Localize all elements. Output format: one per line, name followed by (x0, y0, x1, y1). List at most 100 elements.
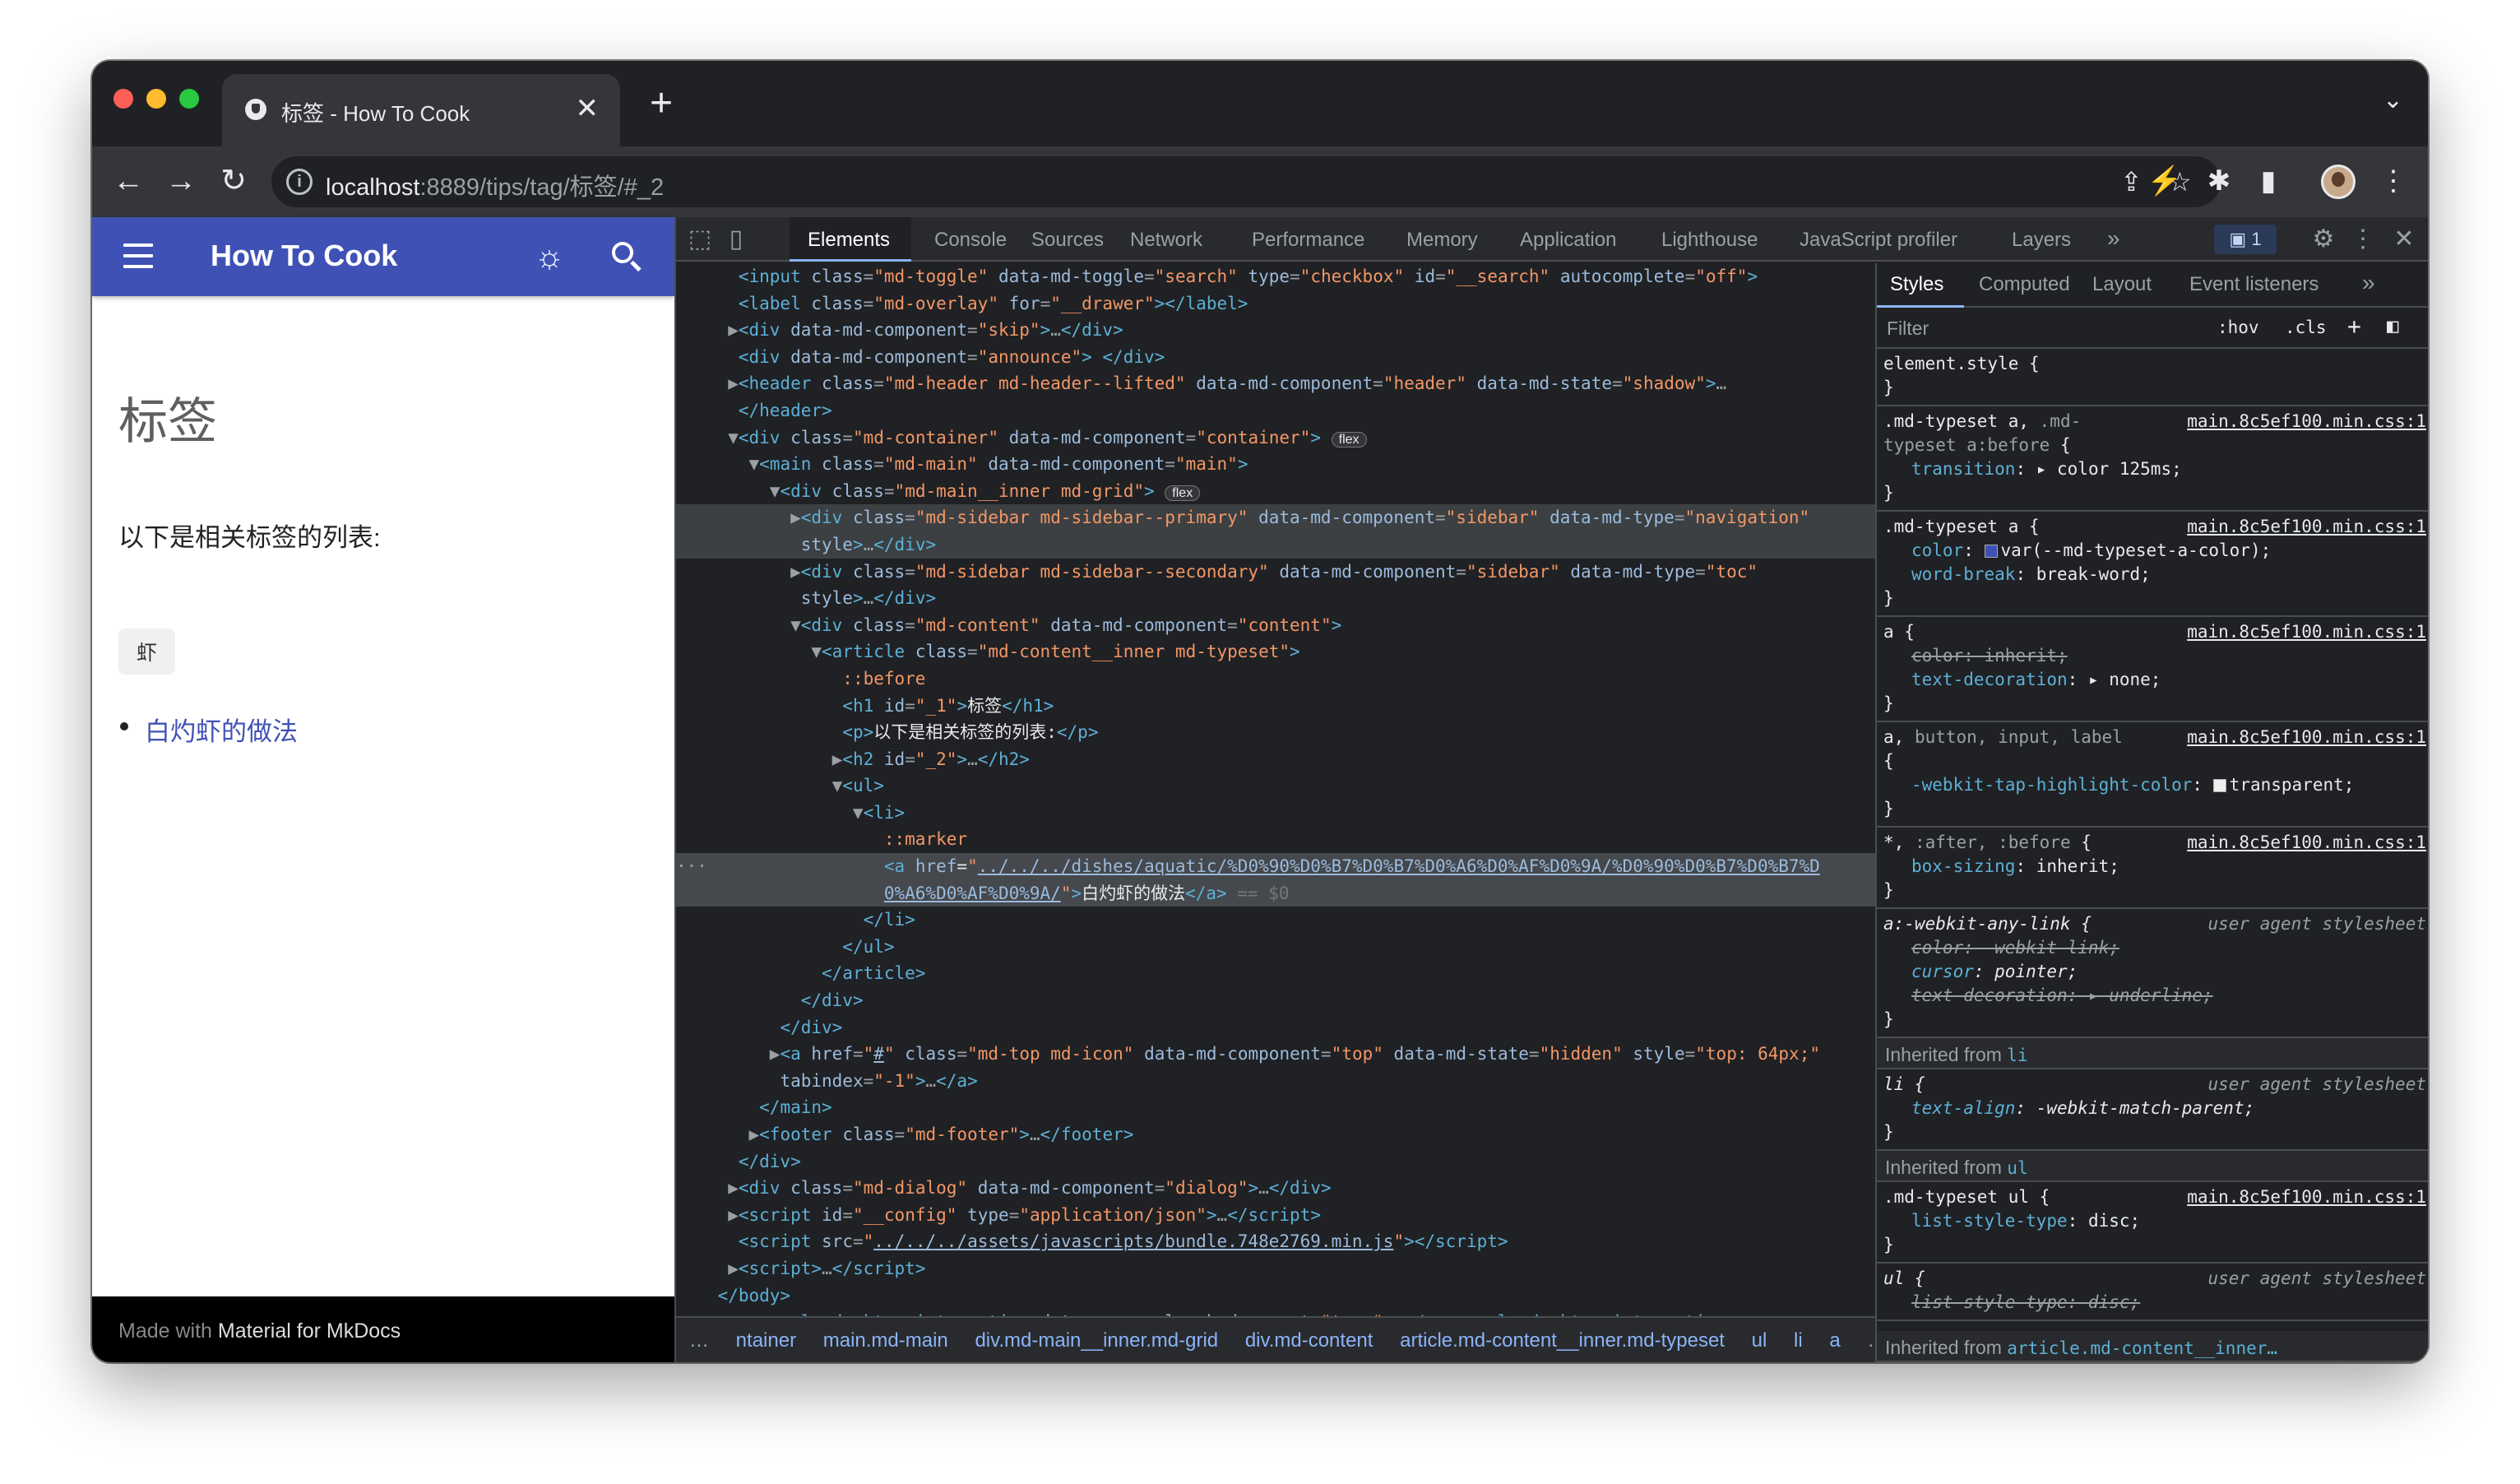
dom-node[interactable]: <script src="../../../assets/javascripts… (676, 1228, 1875, 1255)
dom-node[interactable]: ▶<header class="md-header md-header--lif… (676, 370, 1875, 397)
breadcrumb-item[interactable]: … (1867, 1329, 1875, 1352)
back-arrow-icon[interactable]: ← (109, 161, 148, 201)
lightning-extension-icon[interactable]: ⚡ (2147, 165, 2183, 197)
breadcrumb-item[interactable]: ntainer (736, 1329, 796, 1352)
css-source-link[interactable]: main.8c5ef100.min.css:1 (2187, 620, 2426, 644)
dom-node[interactable]: ▶<script>…</script> (676, 1255, 1875, 1282)
issues-counter-button[interactable]: ▣ 1 (2214, 225, 2277, 254)
forward-arrow-icon[interactable]: → (161, 161, 201, 201)
dom-node-selected[interactable]: ··· <a href="../../../dishes/aquatic/%D0… (676, 853, 1875, 880)
tab-sources[interactable]: Sources (1031, 229, 1104, 252)
dom-node[interactable]: </body> (676, 1282, 1875, 1310)
extensions-puzzle-icon[interactable]: ✱ (2201, 165, 2237, 197)
side-panel-icon[interactable]: ▮ (2250, 165, 2286, 197)
breadcrumb-item[interactable]: ul (1752, 1329, 1767, 1352)
inspect-element-icon[interactable]: ⬚ (686, 225, 714, 253)
dom-node[interactable]: ▼<div class="md-main__inner md-grid"> fl… (676, 478, 1875, 505)
tab-application[interactable]: Application (1520, 229, 1616, 252)
inherited-selector[interactable]: li (2007, 1046, 2027, 1065)
dom-node[interactable]: ▶<grammarly-desktop-integration data-gra… (676, 1309, 1875, 1316)
filter-input[interactable]: Filter (1887, 318, 1929, 340)
css-source-link[interactable]: main.8c5ef100.min.css:1 (2187, 726, 2426, 749)
address-bar[interactable]: i localhost:8889/tips/tag/标签/#_2 ⇪ ☆ (271, 156, 2221, 207)
dom-node[interactable]: <input class="md-toggle" data-md-toggle=… (676, 263, 1875, 290)
breadcrumb-item[interactable]: div.md-main__inner.md-grid (975, 1329, 1218, 1352)
dom-node[interactable]: ▼<div class="md-content" data-md-compone… (676, 612, 1875, 639)
tab-layers[interactable]: Layers (2012, 229, 2071, 252)
dom-node[interactable]: <p>以下是相关标签的列表:</p> (676, 719, 1875, 746)
toggle-sidebar-icon[interactable]: ◧ (2387, 314, 2398, 337)
site-info-icon[interactable]: i (286, 169, 313, 195)
dom-node[interactable]: <div data-md-component="announce"> </div… (676, 344, 1875, 371)
tag-chip[interactable]: 虾 (118, 628, 176, 675)
dom-node-selected[interactable]: 0%A6%D0%AF%D0%9A/">白灼虾的做法</a> == $0 (676, 879, 1875, 907)
tab-styles[interactable]: Styles (1890, 273, 1943, 296)
breadcrumb-item[interactable]: … (689, 1329, 709, 1352)
new-tab-button[interactable]: + (638, 81, 684, 127)
dom-node[interactable]: </article> (676, 960, 1875, 987)
tab-lighthouse[interactable]: Lighthouse (1661, 229, 1758, 252)
css-source-link[interactable]: main.8c5ef100.min.css:1 (2187, 1185, 2426, 1209)
dom-node[interactable]: </main> (676, 1094, 1875, 1121)
tab-network[interactable]: Network (1130, 229, 1202, 252)
tab-event-listeners[interactable]: Event listeners (2189, 273, 2318, 296)
close-window-button[interactable] (113, 89, 133, 109)
more-tabs-icon[interactable]: » (2107, 225, 2120, 252)
dom-node[interactable]: tabindex="-1">…</a> (676, 1068, 1875, 1095)
browser-menu-icon[interactable]: ⋮ (2375, 165, 2411, 197)
list-item-link[interactable]: 白灼虾的做法 (120, 711, 298, 748)
css-source-link[interactable]: main.8c5ef100.min.css:1 (2187, 831, 2426, 855)
new-rule-plus-icon[interactable]: + (2347, 313, 2361, 340)
dom-node[interactable]: ▶<h2 id="_2">…</h2> (676, 746, 1875, 773)
breadcrumb-item[interactable]: li (1794, 1329, 1803, 1352)
tab-search-chevron-icon[interactable]: ⌄ (2383, 86, 2403, 114)
dom-node[interactable]: ▶<div class="md-dialog" data-md-componen… (676, 1175, 1875, 1202)
site-name[interactable]: How To Cook (211, 239, 397, 273)
dom-node[interactable]: ▶<footer class="md-footer">…</footer> (676, 1121, 1875, 1148)
inherited-selector[interactable]: article.md-content__inner… (2007, 1338, 2277, 1358)
zoom-window-button[interactable] (179, 89, 199, 109)
breadcrumb-item[interactable]: main.md-main (823, 1329, 948, 1352)
dom-node[interactable]: ▼<li> (676, 800, 1875, 827)
dom-node[interactable]: ▶<div class="md-sidebar md-sidebar--prim… (676, 504, 1875, 531)
dom-node[interactable]: </ul> (676, 934, 1875, 961)
inherited-selector[interactable]: ul (2007, 1158, 2027, 1178)
dom-node[interactable]: <h1 id="_1">标签</h1> (676, 693, 1875, 720)
dom-node[interactable]: <label class="md-overlay" for="__drawer"… (676, 290, 1875, 318)
dom-node[interactable]: ::before (676, 665, 1875, 693)
dom-node[interactable]: </div> (676, 987, 1875, 1014)
close-devtools-icon[interactable]: ✕ (2390, 225, 2418, 253)
dom-node[interactable]: ▶<div class="md-sidebar md-sidebar--seco… (676, 559, 1875, 586)
tab-performance[interactable]: Performance (1252, 229, 1364, 252)
dom-tree[interactable]: <input class="md-toggle" data-md-toggle=… (676, 263, 1875, 1316)
dom-node[interactable]: </div> (676, 1148, 1875, 1176)
devtools-menu-icon[interactable]: ⋮ (2349, 225, 2377, 253)
breadcrumb-item[interactable]: a (1829, 1329, 1840, 1352)
dom-node[interactable]: ▶<script id="__config" type="application… (676, 1202, 1875, 1229)
share-icon[interactable]: ⇪ (2120, 168, 2142, 196)
cls-toggle[interactable]: .cls (2285, 318, 2327, 337)
css-source-link[interactable]: main.8c5ef100.min.css:1 (2187, 515, 2426, 539)
hamburger-menu-icon[interactable] (123, 243, 153, 268)
breadcrumb-item[interactable]: div.md-content (1245, 1329, 1373, 1352)
dom-node[interactable]: ▼<article class="md-content__inner md-ty… (676, 638, 1875, 665)
tab-computed[interactable]: Computed (1979, 273, 2070, 296)
tab-console[interactable]: Console (934, 229, 1007, 252)
dom-node[interactable]: ▶<div data-md-component="skip">…</div> (676, 317, 1875, 344)
minimize-window-button[interactable] (146, 89, 166, 109)
hov-toggle[interactable]: :hov (2217, 318, 2259, 337)
reload-icon[interactable]: ↻ (214, 161, 253, 201)
profile-avatar[interactable] (2321, 165, 2356, 199)
dom-node[interactable]: </div> (676, 1014, 1875, 1041)
tab-elements[interactable]: Elements (808, 229, 890, 252)
search-icon[interactable] (610, 240, 643, 273)
tab-close-icon[interactable]: ✕ (576, 92, 600, 125)
dom-node[interactable]: </header> (676, 397, 1875, 424)
dom-node[interactable]: ▼<main class="md-main" data-md-component… (676, 451, 1875, 478)
dom-node[interactable]: ▼<div class="md-container" data-md-compo… (676, 424, 1875, 452)
footer-link[interactable]: Material for MkDocs (218, 1319, 401, 1343)
dom-node[interactable]: style>…</div> (676, 585, 1875, 612)
dom-node[interactable]: ▶<a href="#" class="md-top md-icon" data… (676, 1041, 1875, 1068)
more-panes-icon[interactable]: » (2362, 270, 2375, 296)
theme-toggle-sun-icon[interactable]: ☼ (533, 240, 566, 273)
